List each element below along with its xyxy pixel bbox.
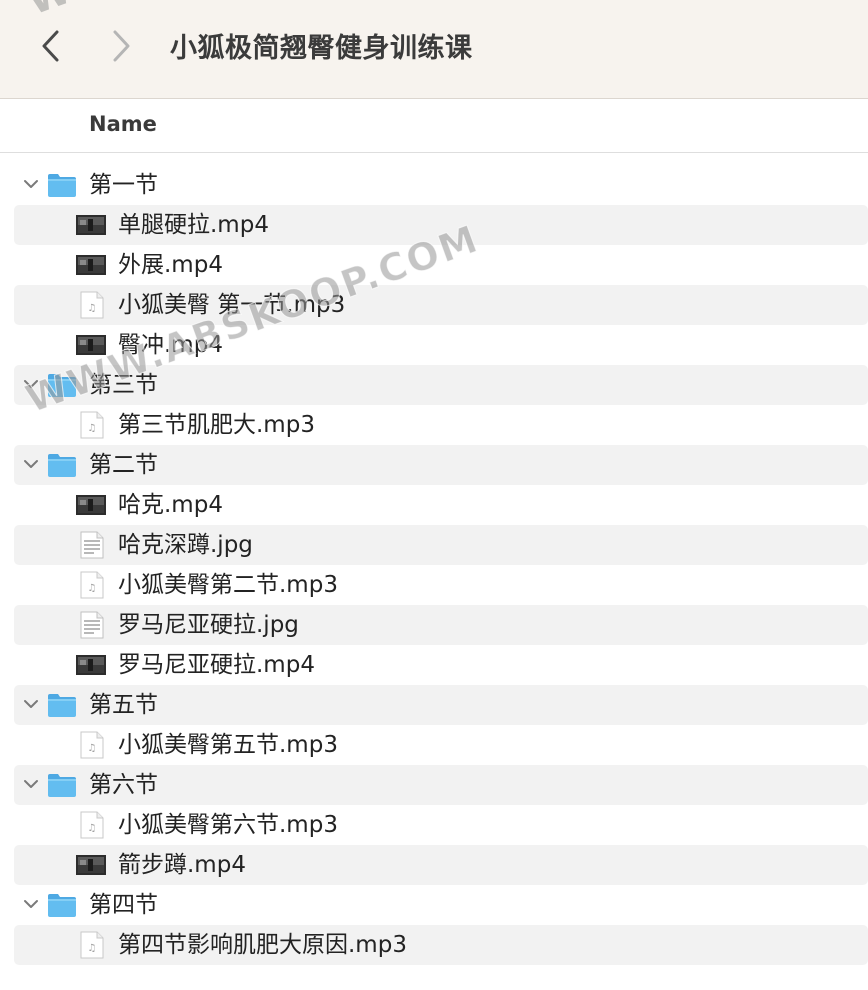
folder-row[interactable]: 第二节 — [14, 445, 868, 485]
file-row[interactable]: 哈克深蹲.jpg — [14, 525, 868, 565]
audio-file-icon: ♫ — [80, 731, 104, 759]
column-header: Name — [0, 99, 868, 153]
file-name: 臀冲.mp4 — [118, 332, 223, 358]
file-name: 小狐美臀第六节.mp3 — [118, 812, 338, 838]
file-row[interactable]: ♫ 小狐美臀第六节.mp3 — [14, 805, 868, 845]
name-column-header[interactable]: Name — [89, 112, 157, 136]
folder-name: 第二节 — [89, 452, 158, 478]
file-row[interactable]: ♫ 小狐美臀 第一节.mp3 — [14, 285, 868, 325]
audio-file-icon: ♫ — [80, 931, 104, 959]
file-name: 小狐美臀第五节.mp3 — [118, 732, 338, 758]
audio-file-icon: ♫ — [80, 411, 104, 439]
file-row[interactable]: 臀冲.mp4 — [14, 325, 868, 365]
folder-icon — [48, 454, 76, 477]
chevron-down-icon[interactable] — [22, 895, 40, 913]
file-row[interactable]: 外展.mp4 — [14, 245, 868, 285]
file-name: 哈克深蹲.jpg — [118, 532, 253, 558]
window-title: 小狐极简翘臀健身训练课 — [170, 33, 473, 64]
chevron-right-icon — [113, 30, 130, 62]
svg-text:♫: ♫ — [88, 943, 97, 954]
folder-name: 第五节 — [89, 692, 158, 718]
chevron-down-icon[interactable] — [22, 175, 40, 193]
folder-row[interactable]: 第五节 — [14, 685, 868, 725]
folder-row[interactable]: 第六节 — [14, 765, 868, 805]
svg-text:♫: ♫ — [88, 743, 97, 754]
file-name: 外展.mp4 — [118, 252, 223, 278]
back-button[interactable] — [30, 22, 70, 70]
chevron-down-icon[interactable] — [22, 695, 40, 713]
image-document-icon — [80, 611, 104, 639]
video-thumbnail-icon — [76, 255, 106, 275]
file-row[interactable]: ♫ 第四节影响肌肥大原因.mp3 — [14, 925, 868, 965]
folder-name: 第四节 — [89, 892, 158, 918]
file-name: 第三节肌肥大.mp3 — [118, 412, 315, 438]
video-thumbnail-icon — [76, 335, 106, 355]
toolbar: 小狐极简翘臀健身训练课 — [0, 0, 868, 99]
forward-button[interactable] — [102, 22, 142, 70]
file-row[interactable]: ♫ 小狐美臀第二节.mp3 — [14, 565, 868, 605]
file-name: 第四节影响肌肥大原因.mp3 — [118, 932, 407, 958]
video-thumbnail-icon — [76, 495, 106, 515]
chevron-down-icon[interactable] — [22, 455, 40, 473]
folder-row[interactable]: 第四节 — [14, 885, 868, 925]
file-name: 小狐美臀第二节.mp3 — [118, 572, 338, 598]
file-row[interactable]: 单腿硬拉.mp4 — [14, 205, 868, 245]
folder-icon — [48, 174, 76, 197]
svg-text:♫: ♫ — [88, 423, 97, 434]
video-thumbnail-icon — [76, 215, 106, 235]
image-document-icon — [80, 531, 104, 559]
file-row[interactable]: 箭步蹲.mp4 — [14, 845, 868, 885]
file-row[interactable]: 罗马尼亚硬拉.mp4 — [14, 645, 868, 685]
folder-icon — [48, 774, 76, 797]
file-name: 箭步蹲.mp4 — [118, 852, 246, 878]
svg-text:♫: ♫ — [88, 583, 97, 594]
file-name: 罗马尼亚硬拉.jpg — [118, 612, 299, 638]
file-row[interactable]: ♫ 第三节肌肥大.mp3 — [14, 405, 868, 445]
folder-icon — [48, 694, 76, 717]
folder-row[interactable]: 第一节 — [14, 165, 868, 205]
file-name: 小狐美臀 第一节.mp3 — [118, 292, 346, 318]
file-row[interactable]: ♫ 小狐美臀第五节.mp3 — [14, 725, 868, 765]
video-thumbnail-icon — [76, 655, 106, 675]
chevron-down-icon[interactable] — [22, 375, 40, 393]
folder-name: 第三节 — [89, 372, 158, 398]
file-name: 单腿硬拉.mp4 — [118, 212, 269, 238]
chevron-left-icon — [42, 30, 59, 62]
file-name: 哈克.mp4 — [118, 492, 223, 518]
folder-row[interactable]: 第三节 — [14, 365, 868, 405]
file-row[interactable]: 罗马尼亚硬拉.jpg — [14, 605, 868, 645]
folder-icon — [48, 374, 76, 397]
file-name: 罗马尼亚硬拉.mp4 — [118, 652, 315, 678]
audio-file-icon: ♫ — [80, 571, 104, 599]
folder-name: 第一节 — [89, 172, 158, 198]
video-thumbnail-icon — [76, 855, 106, 875]
file-row[interactable]: 哈克.mp4 — [14, 485, 868, 525]
svg-text:♫: ♫ — [88, 823, 97, 834]
audio-file-icon: ♫ — [80, 291, 104, 319]
folder-icon — [48, 894, 76, 917]
svg-text:♫: ♫ — [88, 303, 97, 314]
chevron-down-icon[interactable] — [22, 775, 40, 793]
folder-name: 第六节 — [89, 772, 158, 798]
audio-file-icon: ♫ — [80, 811, 104, 839]
